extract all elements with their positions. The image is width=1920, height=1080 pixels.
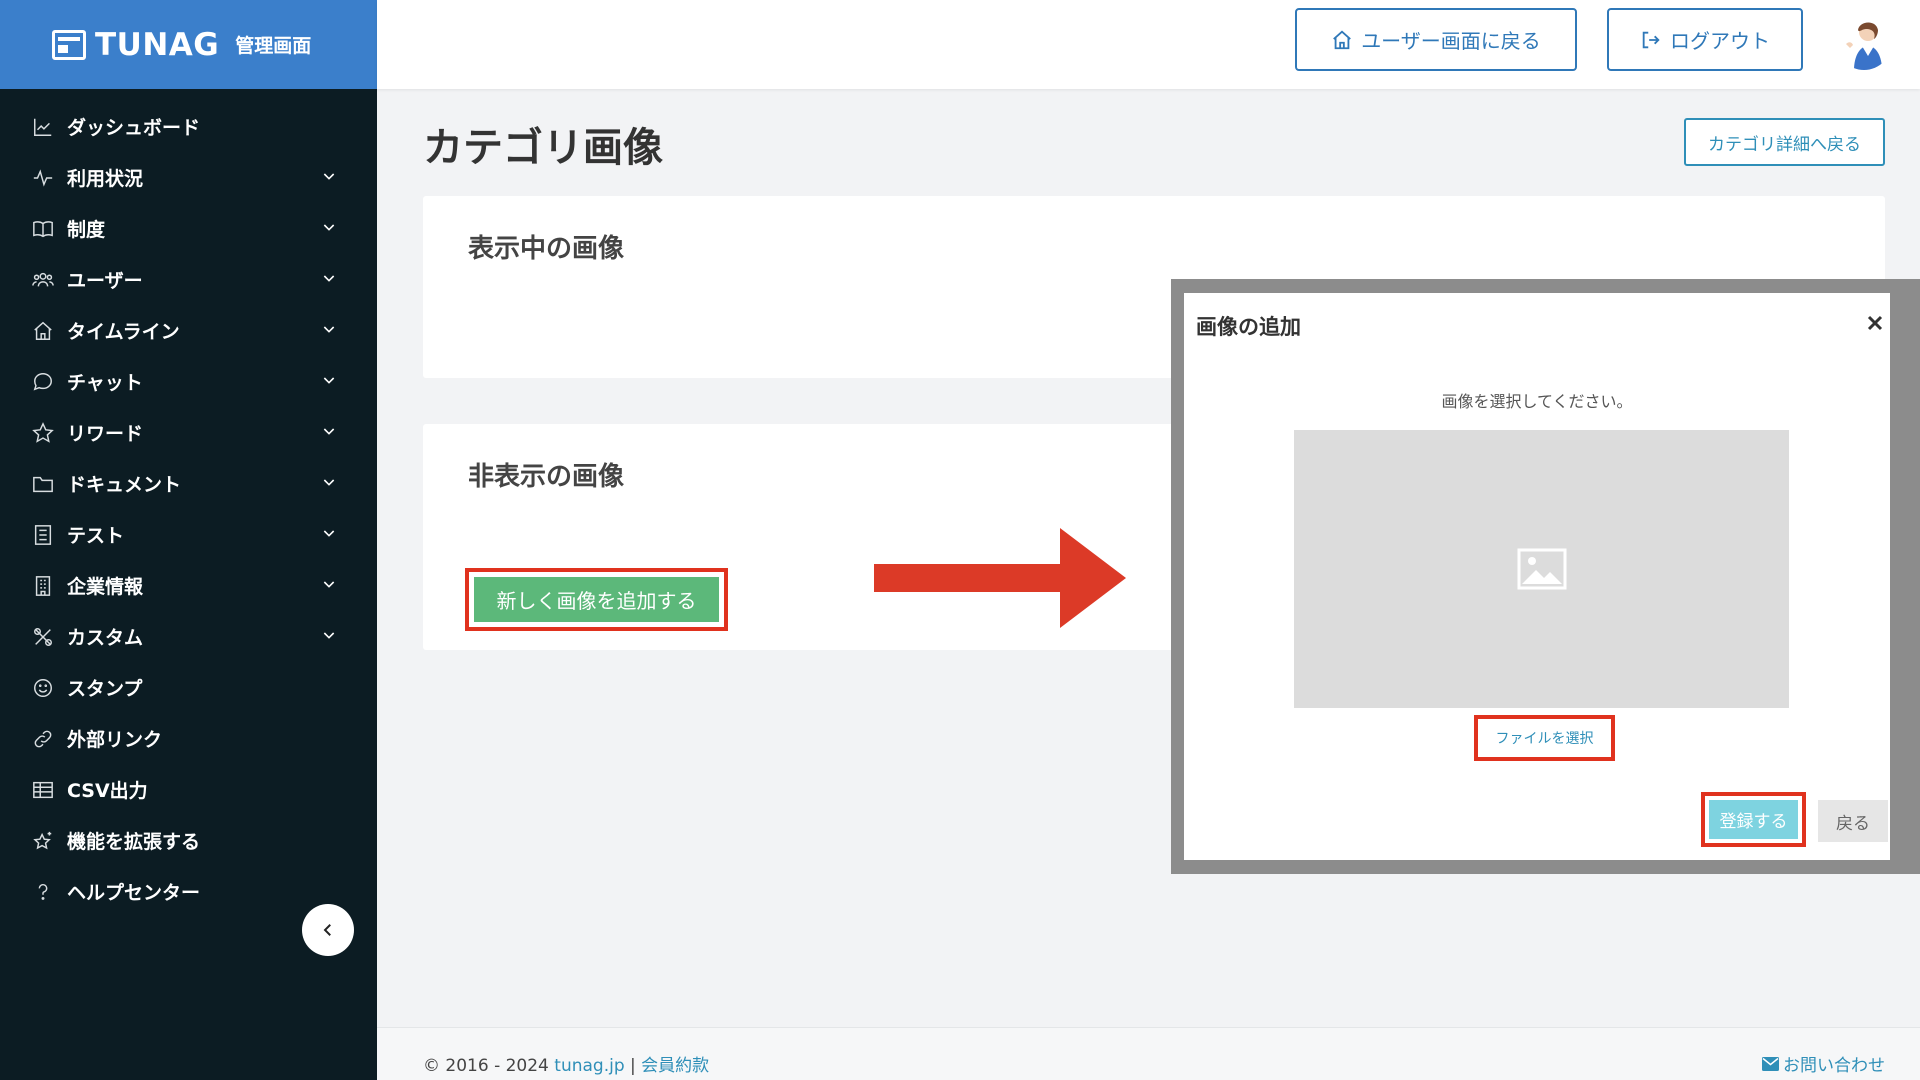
tools-icon [31, 625, 55, 649]
chevron-down-icon[interactable] [321, 371, 337, 393]
building-icon [31, 574, 55, 598]
chat-bubble-icon [31, 370, 55, 394]
brand-header[interactable]: TUNAG 管理画面 [0, 0, 377, 89]
sidebar-item-usage[interactable]: 利用状況 [0, 152, 377, 203]
modal-title: 画像の追加 [1196, 315, 1301, 339]
close-icon[interactable] [1867, 315, 1883, 331]
sidebar-item-company[interactable]: 企業情報 [0, 560, 377, 611]
sidebar-item-label: CSV出力 [67, 780, 148, 802]
top-header: ユーザー画面に戻る ログアウト [377, 0, 1920, 89]
register-button[interactable]: 登録する [1709, 800, 1798, 839]
contact-label: お問い合わせ [1783, 1056, 1885, 1076]
sidebar-item-label: ヘルプセンター [67, 882, 201, 904]
hidden-section-title: 非表示の画像 [468, 462, 625, 492]
image-preview [1294, 430, 1789, 708]
envelope-icon [1762, 1056, 1779, 1071]
sidebar-item-label: リワード [67, 423, 144, 445]
sidebar-collapse-button[interactable] [302, 904, 354, 956]
sidebar-item-label: 外部リンク [67, 729, 163, 751]
site-link[interactable]: tunag.jp [554, 1056, 624, 1076]
avatar[interactable] [1836, 14, 1892, 70]
sidebar-item-chat[interactable]: チャット [0, 356, 377, 407]
sidebar-item-stamp[interactable]: スタンプ [0, 662, 377, 713]
contact-link[interactable]: お問い合わせ [1762, 1051, 1885, 1076]
copyright-text: © 2016 - 2024 [423, 1056, 555, 1076]
folder-icon [31, 472, 55, 496]
back-to-detail-button[interactable]: カテゴリ詳細へ戻る [1684, 118, 1885, 166]
star-icon [31, 421, 55, 445]
sidebar-item-label: 利用状況 [67, 168, 144, 190]
chevron-down-icon[interactable] [321, 524, 337, 546]
sidebar-item-label: 企業情報 [67, 576, 144, 598]
modal-instruction: 画像を選択してください。 [1441, 392, 1633, 411]
link-icon [31, 727, 55, 751]
home-icon [1333, 30, 1352, 49]
sidebar-item-label: ダッシュボード [67, 117, 201, 139]
sidebar-item-reward[interactable]: リワード [0, 407, 377, 458]
tunag-logo-icon [52, 29, 86, 60]
activity-icon [31, 166, 55, 190]
sidebar-item-label: ドキュメント [67, 474, 182, 496]
sidebar-item-external-link[interactable]: 外部リンク [0, 713, 377, 764]
book-icon [31, 217, 55, 241]
add-image-button[interactable]: 新しく画像を追加する [474, 577, 719, 622]
sidebar-item-label: タイムライン [67, 321, 180, 343]
sidebar-item-system[interactable]: 制度 [0, 203, 377, 254]
user-screen-button[interactable]: ユーザー画面に戻る [1295, 8, 1577, 71]
sidebar-item-extend[interactable]: 機能を拡張する [0, 815, 377, 866]
user-screen-label: ユーザー画面に戻る [1361, 31, 1541, 53]
logout-label: ログアウト [1670, 31, 1770, 53]
sidebar-item-document[interactable]: ドキュメント [0, 458, 377, 509]
sidebar-item-timeline[interactable]: タイムライン [0, 305, 377, 356]
checklist-icon [31, 523, 55, 547]
sidebar-item-label: カスタム [67, 627, 144, 649]
smile-icon [31, 676, 55, 700]
sidebar: TUNAG 管理画面 ダッシュボード 利用状況 制度 ユーザー タイムライン チ… [0, 0, 377, 1080]
footer-separator: | [624, 1056, 642, 1076]
sparkle-star-icon [31, 829, 55, 853]
chevron-left-icon [323, 924, 331, 936]
footer-copyright: © 2016 - 2024 tunag.jp | 会員約款 [423, 1051, 709, 1076]
sidebar-item-dashboard[interactable]: ダッシュボード [0, 101, 377, 152]
chevron-down-icon[interactable] [321, 473, 337, 495]
sidebar-item-custom[interactable]: カスタム [0, 611, 377, 662]
sidebar-item-label: スタンプ [67, 678, 143, 700]
chevron-down-icon[interactable] [321, 320, 337, 342]
sidebar-item-csv[interactable]: CSV出力 [0, 764, 377, 815]
sidebar-item-users[interactable]: ユーザー [0, 254, 377, 305]
sidebar-item-label: 制度 [67, 219, 106, 241]
brand-name: TUNAG [95, 26, 220, 63]
chevron-down-icon[interactable] [321, 626, 337, 648]
image-placeholder-icon [1517, 548, 1566, 590]
sidebar-item-label: チャット [67, 372, 143, 394]
red-arrow-annotation [874, 528, 1126, 628]
visible-section-title: 表示中の画像 [468, 234, 625, 264]
add-image-modal: 画像の追加 画像を選択してください。 ファイルを選択 登録する 戻る [1184, 293, 1890, 860]
modal-back-button[interactable]: 戻る [1818, 800, 1888, 842]
terms-link[interactable]: 会員約款 [641, 1056, 709, 1076]
table-icon [31, 778, 55, 802]
question-icon [31, 880, 55, 904]
home-icon [31, 319, 55, 343]
chevron-down-icon[interactable] [321, 167, 337, 189]
chevron-down-icon[interactable] [321, 422, 337, 444]
sidebar-nav: ダッシュボード 利用状況 制度 ユーザー タイムライン チャット リワード ドキ… [0, 89, 377, 917]
sidebar-item-test[interactable]: テスト [0, 509, 377, 560]
logout-button[interactable]: ログアウト [1607, 8, 1803, 71]
chart-line-icon [31, 115, 55, 139]
file-select-button[interactable]: ファイルを選択 [1482, 723, 1607, 753]
chevron-down-icon[interactable] [321, 218, 337, 240]
brand-subtitle: 管理画面 [235, 35, 312, 57]
sidebar-item-label: テスト [67, 525, 125, 547]
sidebar-item-label: 機能を拡張する [67, 831, 201, 853]
users-icon [31, 268, 55, 292]
chevron-down-icon[interactable] [321, 575, 337, 597]
page-title: カテゴリ画像 [423, 125, 663, 171]
chevron-down-icon[interactable] [321, 269, 337, 291]
logout-icon [1642, 31, 1660, 48]
footer: © 2016 - 2024 tunag.jp | 会員約款 お問い合わせ [377, 1027, 1920, 1080]
sidebar-item-label: ユーザー [67, 270, 143, 292]
